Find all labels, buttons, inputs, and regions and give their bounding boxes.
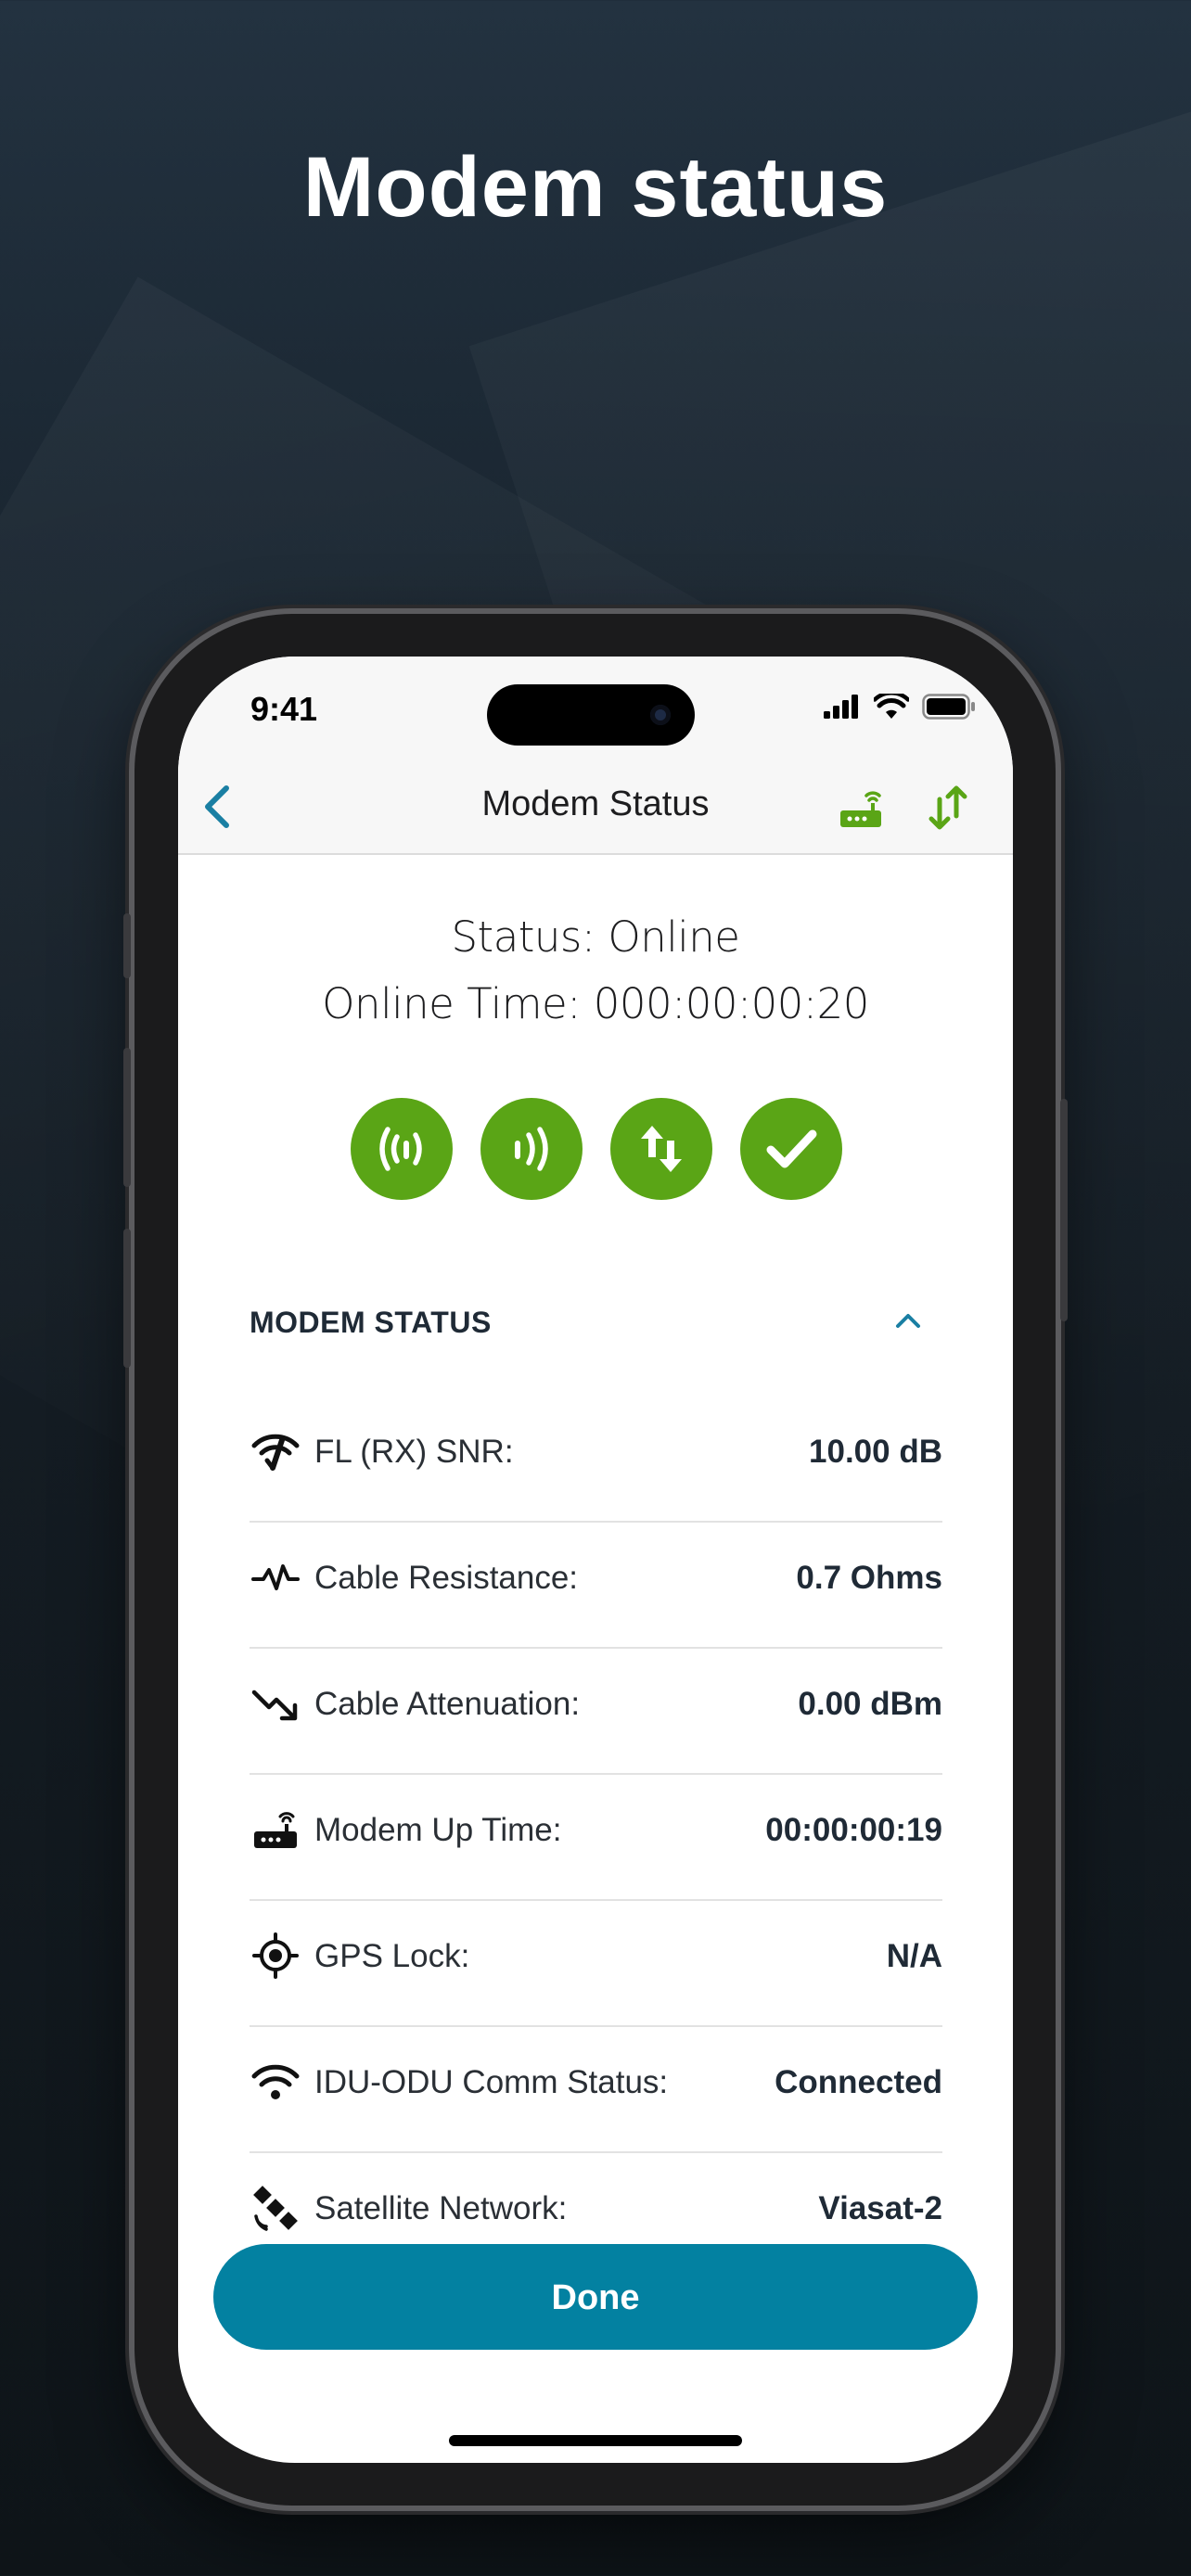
page-headline: Modem status [302,140,889,235]
list-item: Cable Attenuation: 0.00 dBm [250,1651,942,1775]
row-value: 0.00 dBm [798,1686,942,1722]
row-value: 00:00:00:19 [765,1812,942,1848]
row-value: Connected [775,2064,942,2100]
wifi-status-icon [874,694,909,719]
chevron-up-icon[interactable] [894,1311,922,1330]
up-down-arrows-icon[interactable] [928,784,968,831]
transfer-icon [641,1126,682,1172]
status-time: 9:41 [250,690,318,728]
row-label: GPS Lock: [314,1938,470,1974]
list-item: FL (RX) SNR: 10.00 dB [250,1398,942,1523]
list-item: Cable Resistance: 0.7 Ohms [250,1524,942,1649]
pulse-icon [250,1554,301,1600]
indicator-row [351,1098,842,1200]
modem-icon [250,1806,301,1853]
row-value: 0.7 Ohms [796,1560,942,1596]
rx-signal-indicator[interactable] [351,1098,453,1200]
list-item: IDU-ODU Comm Status: Connected [250,2029,942,2153]
status-text: Status: Online [451,912,740,962]
check-icon [766,1129,817,1168]
phone-side-button [1060,1099,1068,1321]
snr-wifi-icon [250,1428,301,1474]
row-label: IDU-ODU Comm Status: [314,2064,669,2100]
satellite-icon [250,2185,301,2231]
dynamic-island [487,684,695,746]
phone-screen: 9:41 Modem Status Status: Online Online … [178,657,1013,2463]
row-label: Modem Up Time: [314,1812,562,1848]
modem-icon[interactable] [839,786,883,829]
nav-title: Modem Status [481,784,710,823]
wifi-icon [250,2059,301,2105]
battery-icon [922,694,975,720]
tx-signal-indicator[interactable] [480,1098,583,1200]
status-icons [824,694,976,720]
row-label: Cable Attenuation: [314,1686,581,1722]
row-value: N/A [886,1938,942,1974]
camera-icon [650,705,671,725]
trend-down-icon [250,1680,301,1727]
status-bar: 9:41 [178,657,1013,759]
list-item: GPS Lock: N/A [250,1903,942,2027]
cellular-signal-icon [824,695,858,719]
done-button[interactable]: Done [213,2244,978,2350]
status-list: FL (RX) SNR: 10.00 dB Cable Resistance: … [250,1398,942,2279]
check-indicator[interactable] [740,1098,842,1200]
home-indicator [449,2435,742,2446]
row-value: 10.00 dB [809,1434,942,1470]
nav-bar: Modem Status [178,759,1013,855]
phone-side-button [123,913,131,978]
tx-signal-icon [515,1127,548,1171]
row-value: Viasat-2 [818,2190,942,2226]
row-label: FL (RX) SNR: [314,1434,514,1470]
rx-signal-icon [379,1127,422,1171]
row-label: Cable Resistance: [314,1560,579,1596]
gps-target-icon [250,1932,301,1979]
phone-side-button [123,1048,131,1187]
section-title: MODEM STATUS [250,1306,492,1339]
transfer-indicator[interactable] [610,1098,712,1200]
row-label: Satellite Network: [314,2190,568,2226]
online-time-text: Online Time: 000:00:00:20 [322,979,869,1028]
list-item: Modem Up Time: 00:00:00:19 [250,1777,942,1901]
phone-side-button [123,1229,131,1368]
